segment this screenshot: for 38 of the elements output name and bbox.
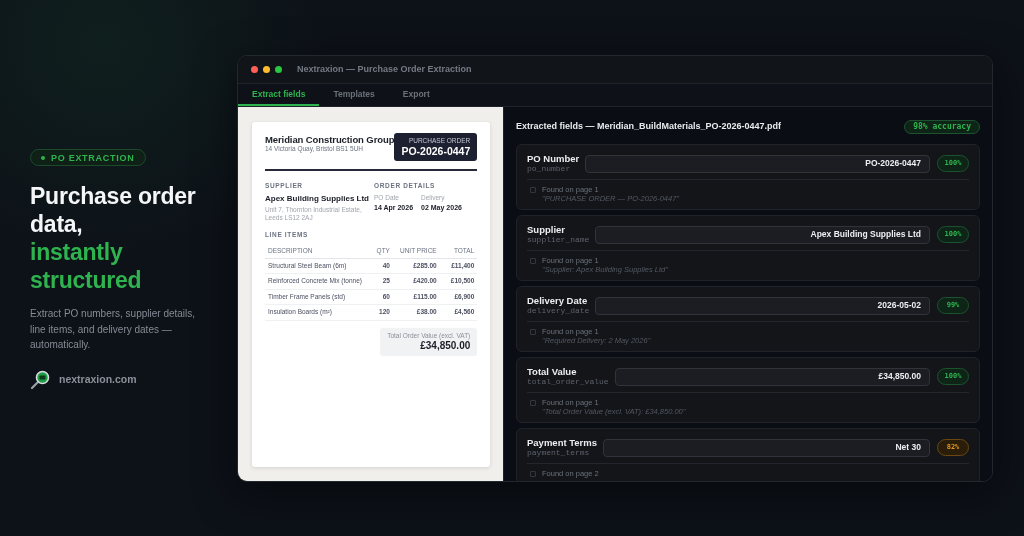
value-field[interactable]: 2026-05-02 [595, 296, 930, 315]
tab[interactable]: Export [388, 84, 444, 106]
headline-highlight: instantly structured [30, 238, 143, 294]
field-key: payment_terms [527, 448, 598, 458]
value-field[interactable]: £34,850.00 [614, 367, 930, 386]
site-name: nextraxion.com [59, 371, 137, 387]
square-outline-icon [530, 400, 536, 406]
window-title: Nextraxion — Purchase Order Extraction [297, 62, 472, 76]
field-label: Delivery Date [527, 295, 589, 306]
company-name: Meridian Construction Group [265, 134, 395, 145]
supplier-name: Apex Building Supplies Ltd [265, 194, 370, 204]
square-outline-icon [530, 187, 536, 193]
value-field[interactable]: PO-2026-0447 [585, 154, 930, 173]
headline: Purchase order data, [30, 182, 197, 238]
description: Extract PO numbers, supplier details, line items, and delivery dates — automatically. [30, 307, 197, 352]
field-key: delivery_date [527, 306, 590, 316]
field-key: po_number [527, 164, 580, 174]
close-window-button[interactable] [251, 66, 258, 73]
maximize-window-button[interactable] [275, 66, 282, 73]
panel-title: Extracted fields — Meridian_BuildMaterials_PO-2026-0447.pdf [516, 119, 782, 133]
field-label: Payment Terms [527, 437, 598, 448]
square-outline-icon [530, 329, 536, 335]
field-label: PO Number [527, 153, 580, 164]
square-outline-icon [530, 258, 536, 264]
accuracy-badge: 98% accuracy [904, 119, 980, 134]
field-label: Supplier [527, 224, 566, 235]
total-value: £34,850.00 [420, 339, 471, 352]
magnifier-icon [30, 369, 50, 390]
value-field[interactable]: Net 30 [603, 438, 930, 457]
po-number: PO-2026-0447 [401, 145, 471, 158]
value-field[interactable]: Apex Building Supplies Ltd [595, 225, 930, 244]
field-key: total_order_value [527, 377, 609, 387]
square-outline-icon [530, 471, 536, 477]
field-label: Total Value [527, 366, 578, 377]
field-key: supplier_name [527, 235, 590, 245]
tab[interactable]: Templates [319, 84, 389, 106]
badge-label: PO EXTRACTION [51, 152, 135, 163]
minimize-window-button[interactable] [263, 66, 270, 73]
